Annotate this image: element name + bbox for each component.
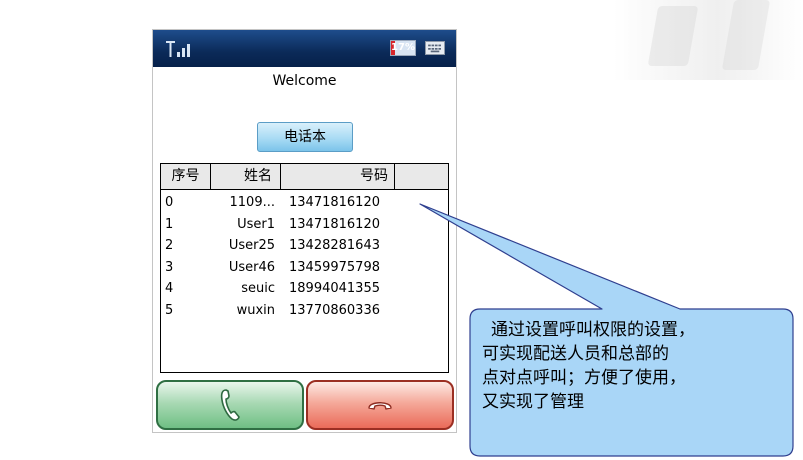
phonebook-button[interactable]: 电话本 [257,122,353,152]
keyboard-icon[interactable] [425,41,445,55]
cell-index: 5 [165,302,174,318]
call-button[interactable] [156,380,304,430]
cell-number: 13428281643 [289,238,380,253]
cell-name: User46 [228,259,275,275]
header-blank [395,164,448,189]
cell-index: 1 [165,216,174,232]
header-name[interactable]: 姓名 [211,164,281,189]
battery-percent: 17% [391,42,415,53]
cell-number: 18994041355 [289,281,380,296]
callout-line: 又实现了管理 [482,392,584,412]
callout-text: 通过设置呼叫权限的设置， 可实现配送人员和总部的 点对点呼叫；方便了使用， 又实… [482,318,782,414]
cell-name: User1 [237,216,275,232]
hang-up-button[interactable] [306,380,454,430]
contacts-table: 序号 姓名 号码 0 1109... 13471816120 1 User1 1… [160,163,449,373]
cell-number: 13471816120 [289,195,380,210]
table-header: 序号 姓名 号码 [161,164,448,190]
cell-number: 13459975798 [289,259,380,275]
cell-name: seuic [241,281,275,296]
header-index[interactable]: 序号 [161,164,211,189]
cell-index: 3 [165,259,174,275]
cell-name: wuxin [236,302,275,318]
callout-line: 可实现配送人员和总部的 [482,344,669,364]
phone-handset-icon [220,389,240,421]
signal-bars-icon [166,41,190,57]
cell-index: 0 [165,195,174,210]
table-body: 0 1109... 13471816120 1 User1 1347181612… [161,192,448,321]
table-row[interactable]: 5 wuxin 13770860336 [161,300,448,322]
callout-line: 点对点呼叫；方便了使用， [482,368,686,388]
background-decoration [613,0,803,80]
cell-number: 13770860336 [289,302,380,318]
hang-up-icon [368,402,392,410]
callout-line: 通过设置呼叫权限的设置， [491,320,695,340]
cell-index: 4 [165,281,174,296]
cell-name: 1109... [229,195,275,210]
welcome-label: Welcome [272,73,337,89]
cell-name: User25 [228,238,275,253]
table-row[interactable]: 1 User1 13471816120 [161,214,448,236]
phone-screen: 17% Welcome 电话本 序号 姓名 号码 0 1109... 1 3 471… [153,30,456,432]
cell-number: 13471816120 [289,216,380,232]
battery-indicator: 17% [390,40,416,56]
table-row[interactable]: 2 User25 13428281643 [161,235,448,257]
table-row[interactable]: 4 seuic 18994041355 [161,278,448,300]
cell-index: 2 [165,238,174,253]
header-number[interactable]: 号码 [281,164,395,189]
table-row[interactable]: 0 1109... 13471816120 [161,192,448,214]
status-bar: 17% [153,30,456,67]
table-row[interactable]: 3 User46 13459975798 [161,257,448,279]
